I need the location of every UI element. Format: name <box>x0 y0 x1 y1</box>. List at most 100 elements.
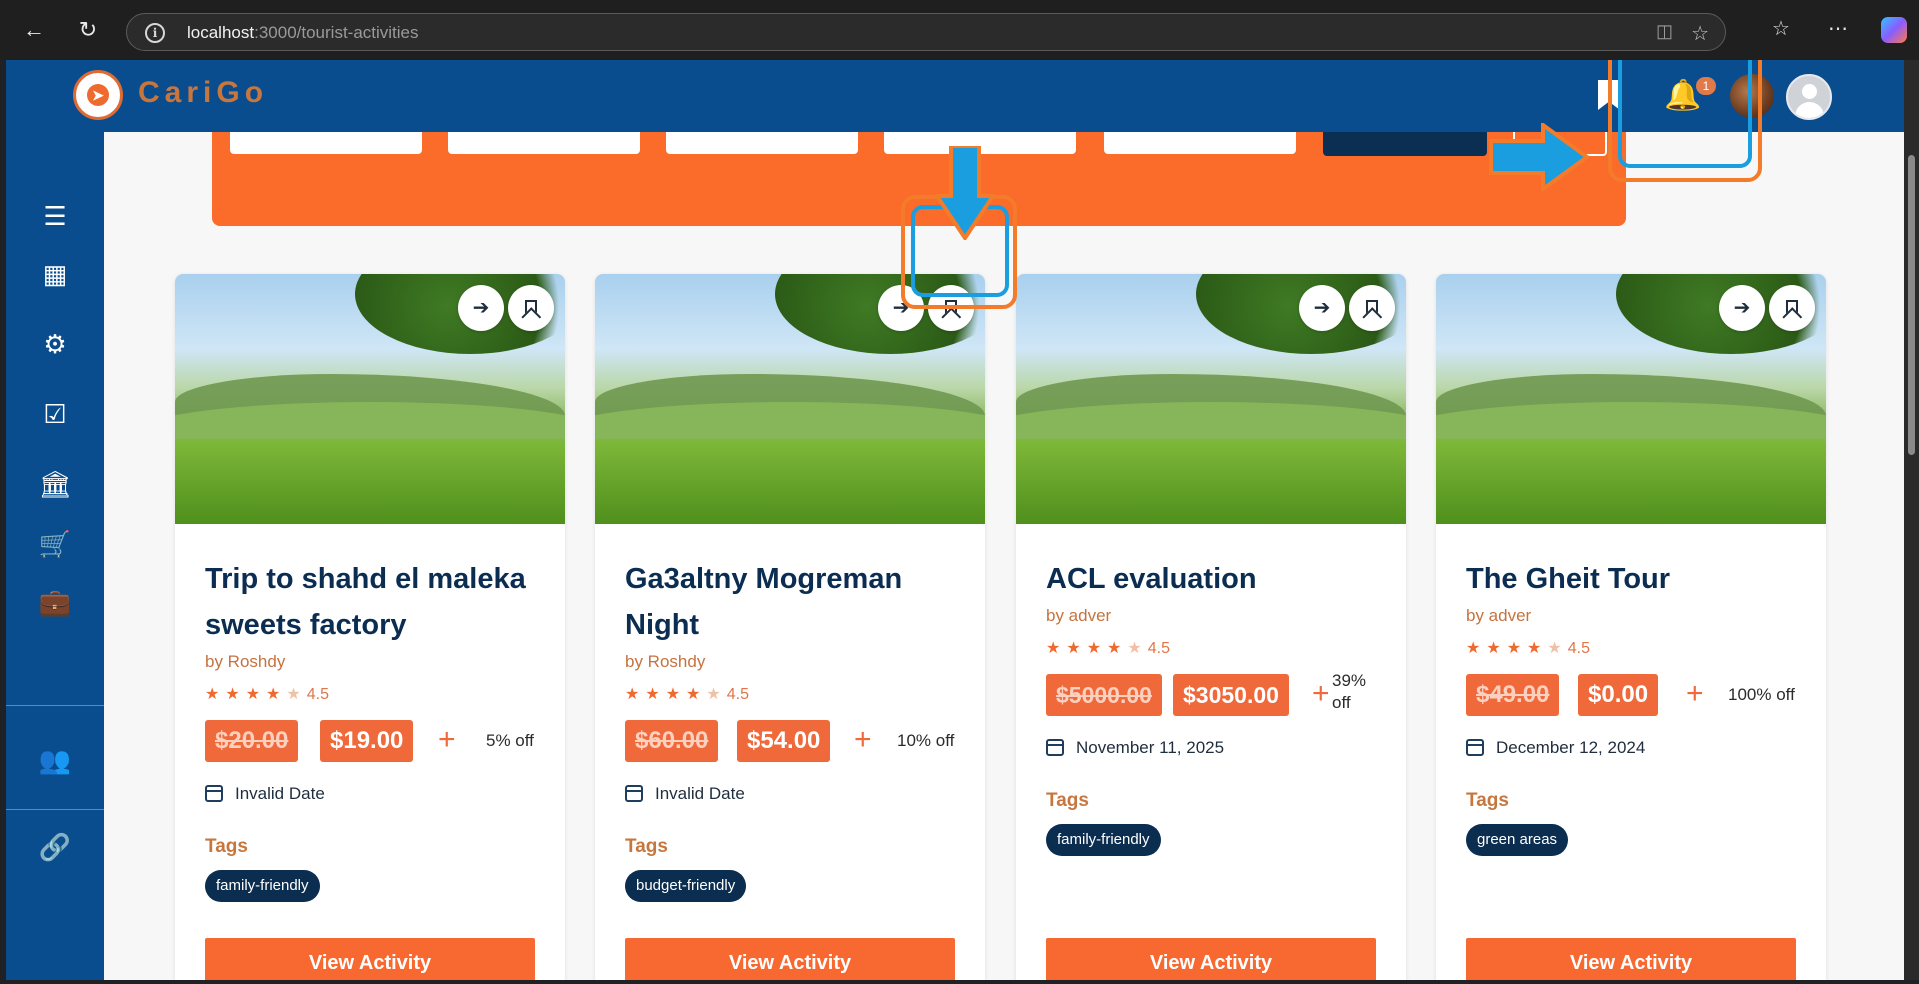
star-half-icon: ★ <box>1127 640 1148 657</box>
sidebar-divider <box>6 809 104 810</box>
address-bar[interactable]: i localhost:3000/tourist-activities ◫ ☆ <box>126 13 1726 51</box>
url-text: localhost:3000/tourist-activities <box>187 23 419 42</box>
activity-date: Invalid Date <box>625 784 955 804</box>
activity-card: ➔ The Gheit Tour by adver ★★★★★4.5 $49.0… <box>1436 274 1826 980</box>
activity-date: Invalid Date <box>205 784 535 804</box>
back-icon[interactable]: ← <box>18 14 50 46</box>
share-icon[interactable]: ➔ <box>1719 285 1765 331</box>
share-icon[interactable]: ➔ <box>458 285 504 331</box>
reload-icon[interactable]: ↻ <box>72 14 104 46</box>
original-price: $20.00 <box>205 720 299 762</box>
discount-label: 5% off <box>486 731 534 750</box>
app-window: ➤ CariGo 🔔 1 ☰ ▦ ⚙ ☑ 🏛 🛒 💼 👥 🔗 ➔ Trip to <box>6 60 1904 980</box>
rating: ★★★★★4.5 <box>205 686 329 703</box>
copilot-icon[interactable] <box>1881 17 1907 43</box>
calendar-icon <box>1466 739 1484 756</box>
calendar-icon <box>1046 739 1064 756</box>
filter-field-3[interactable] <box>666 132 858 154</box>
activity-author: by adver <box>1466 606 1532 625</box>
arrow-down-icon <box>935 146 995 240</box>
original-price: $60.00 <box>625 720 719 762</box>
activity-card: ➔ ACL evaluation by adver ★★★★★4.5 $5000… <box>1016 274 1406 980</box>
discounted-price: $0.00 <box>1578 674 1659 716</box>
user-settings-icon[interactable]: 👥 <box>6 740 104 780</box>
split-screen-icon[interactable]: ◫ <box>1656 21 1673 42</box>
link-icon[interactable]: 🔗 <box>6 827 104 867</box>
search-button[interactable] <box>1323 132 1487 156</box>
plus-icon: + <box>1686 677 1704 710</box>
logo-mark-icon: ➤ <box>87 84 109 106</box>
more-menu-icon[interactable]: ⋯ <box>1828 16 1848 41</box>
tag-chip[interactable]: green areas <box>1466 824 1569 856</box>
activity-image: ➔ <box>1436 274 1826 524</box>
logo[interactable]: ➤ <box>73 70 123 120</box>
star-half-icon: ★ <box>706 686 727 703</box>
calendar-icon <box>205 785 223 802</box>
star-icon: ★★★★ <box>625 686 707 703</box>
user-avatar[interactable] <box>1786 74 1832 120</box>
activity-author: by Roshdy <box>625 652 706 671</box>
activity-title: Trip to shahd el maleka sweets factory <box>205 563 526 641</box>
menu-icon[interactable]: ☰ <box>6 196 104 236</box>
original-price: $5000.00 <box>1046 674 1162 716</box>
site-info-icon[interactable]: i <box>145 23 165 43</box>
activity-title: Ga3altny Mogreman Night <box>625 563 903 641</box>
sidebar-divider <box>6 705 104 706</box>
favorites-icon[interactable]: ☆ <box>1772 16 1790 41</box>
rating: ★★★★★4.5 <box>1466 640 1590 657</box>
discount-label: 10% off <box>897 731 955 750</box>
tag-chip[interactable]: family-friendly <box>1046 824 1161 856</box>
share-icon[interactable]: ➔ <box>1299 285 1345 331</box>
museum-icon[interactable]: 🏛 <box>6 464 104 504</box>
page-scrollbar[interactable] <box>1904 60 1919 980</box>
tour-guide-icon[interactable]: ⚙ <box>6 324 104 364</box>
activity-image: ➔ <box>175 274 565 524</box>
plus-icon: + <box>438 723 456 756</box>
user-head-shape <box>1802 84 1817 99</box>
tags-heading: Tags <box>1466 790 1509 811</box>
activity-author: by Roshdy <box>205 652 286 671</box>
star-icon: ★★★★ <box>1466 640 1548 657</box>
filter-field-1[interactable] <box>230 132 422 154</box>
tag-chip[interactable]: family-friendly <box>205 870 320 902</box>
arrow-right-icon <box>1489 123 1589 191</box>
activity-date: November 11, 2025 <box>1046 738 1376 758</box>
scrollbar-thumb[interactable] <box>1908 155 1915 455</box>
filter-field-5[interactable] <box>1104 132 1296 154</box>
calendar-icon <box>625 785 643 802</box>
activity-card: ➔ Trip to shahd el maleka sweets factory… <box>175 274 565 980</box>
plus-icon: + <box>854 723 872 756</box>
original-price: $49.00 <box>1466 674 1560 716</box>
view-activity-button[interactable]: View Activity <box>205 938 535 980</box>
view-activity-button[interactable]: View Activity <box>625 938 955 980</box>
bookmark-icon[interactable] <box>1769 285 1815 331</box>
sidebar: ☰ ▦ ⚙ ☑ 🏛 🛒 💼 👥 🔗 <box>6 132 104 980</box>
discounted-price: $3050.00 <box>1173 674 1289 716</box>
discount-label: 39% off <box>1332 671 1367 712</box>
activity-title: The Gheit Tour <box>1466 563 1671 595</box>
highlight-box-blue <box>1618 60 1752 168</box>
discount-label: 100% off <box>1728 685 1795 704</box>
dashboard-icon[interactable]: ▦ <box>6 254 104 294</box>
filter-field-2[interactable] <box>448 132 640 154</box>
cart-icon[interactable]: 🛒 <box>6 524 104 564</box>
activity-image: ➔ <box>595 274 985 524</box>
plus-icon: + <box>1312 677 1330 710</box>
luggage-icon[interactable]: 💼 <box>6 582 104 622</box>
tags-heading: Tags <box>625 836 668 857</box>
bookmark-icon[interactable] <box>1349 285 1395 331</box>
view-activity-button[interactable]: View Activity <box>1466 938 1796 980</box>
tags-heading: Tags <box>1046 790 1089 811</box>
star-half-icon: ★ <box>1547 640 1568 657</box>
rating: ★★★★★4.5 <box>1046 640 1170 657</box>
checklist-icon[interactable]: ☑ <box>6 394 104 434</box>
view-activity-button[interactable]: View Activity <box>1046 938 1376 980</box>
star-half-icon: ★ <box>286 686 307 703</box>
bookmark-icon[interactable] <box>508 285 554 331</box>
activity-image: ➔ <box>1016 274 1406 524</box>
favorite-star-icon[interactable]: ☆ <box>1691 21 1709 46</box>
discounted-price: $19.00 <box>320 720 414 762</box>
star-icon: ★★★★ <box>205 686 287 703</box>
tag-chip[interactable]: budget-friendly <box>625 870 747 902</box>
user-body-shape <box>1795 102 1824 118</box>
